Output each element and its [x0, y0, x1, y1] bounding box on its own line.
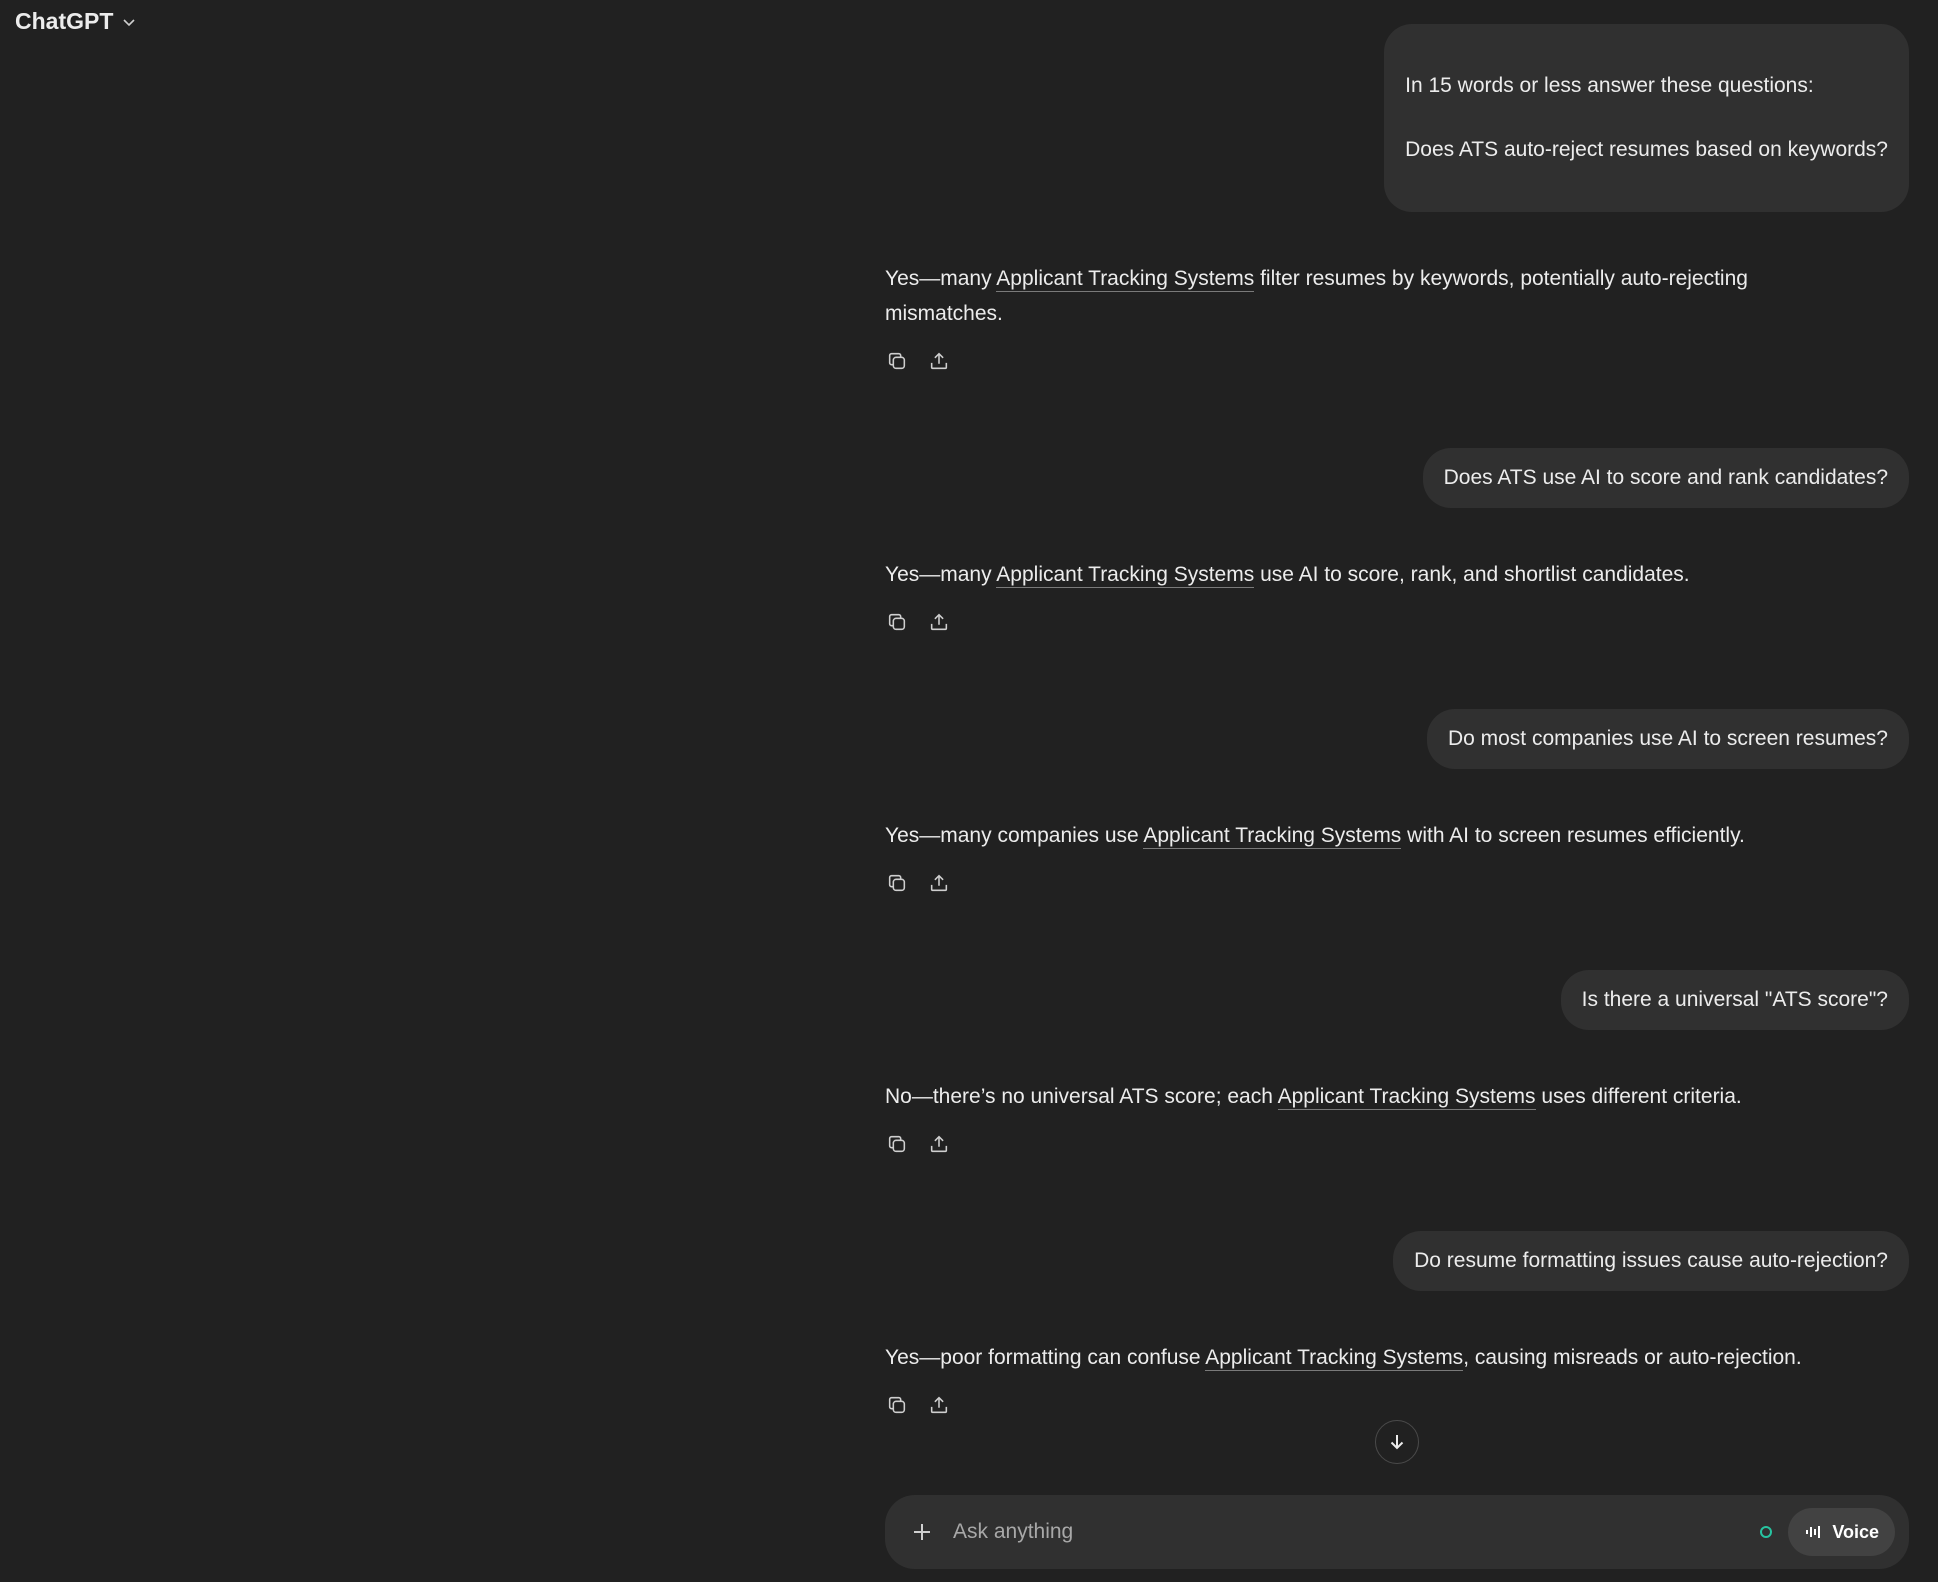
share-button[interactable]	[927, 349, 951, 373]
user-message: In 15 words or less answer these questio…	[1384, 24, 1909, 212]
message-actions	[885, 1132, 1865, 1158]
assistant-text: uses different criteria.	[1535, 1085, 1742, 1108]
copy-button[interactable]	[885, 1393, 909, 1417]
share-button[interactable]	[927, 1132, 951, 1156]
assistant-message: Yes—many companies use Applicant Trackin…	[885, 818, 1865, 897]
entity-link[interactable]: Applicant Tracking Systems	[1205, 1346, 1464, 1371]
share-button[interactable]	[927, 610, 951, 634]
assistant-text: with AI to screen resumes efficiently.	[1401, 824, 1745, 847]
share-button[interactable]	[927, 1393, 951, 1417]
scroll-to-bottom-button[interactable]	[1375, 1420, 1419, 1464]
entity-link[interactable]: Applicant Tracking Systems	[1143, 824, 1402, 849]
voice-button[interactable]: Voice	[1788, 1508, 1895, 1556]
assistant-text: Yes—many companies use	[885, 824, 1144, 847]
share-icon	[930, 613, 948, 631]
waveform-icon	[1806, 1526, 1821, 1538]
chevron-down-icon	[123, 18, 135, 26]
plus-icon	[914, 1524, 930, 1540]
composer: Voice	[885, 1495, 1909, 1569]
arrow-down-icon	[1390, 1435, 1404, 1450]
assistant-text: , causing misreads or auto-rejection.	[1463, 1346, 1802, 1369]
user-message-row: Does ATS use AI to score and rank candid…	[885, 448, 1909, 508]
assistant-text: use AI to score, rank, and shortlist can…	[1254, 563, 1690, 586]
share-icon	[930, 874, 948, 892]
copy-button[interactable]	[885, 871, 909, 895]
copy-icon	[888, 1135, 906, 1153]
share-icon	[930, 352, 948, 370]
assistant-message: No—there’s no universal ATS score; each …	[885, 1079, 1865, 1158]
model-switcher[interactable]: ChatGPT	[15, 8, 137, 35]
user-message-row: In 15 words or less answer these questio…	[885, 24, 1909, 212]
user-message-row: Do resume formatting issues cause auto-r…	[885, 1231, 1909, 1291]
entity-link[interactable]: Applicant Tracking Systems	[996, 267, 1255, 292]
message-actions	[885, 610, 1865, 636]
copy-button[interactable]	[885, 349, 909, 373]
assistant-text: Yes—poor formatting can confuse	[885, 1346, 1206, 1369]
chat-page: ChatGPT In 15 words or less answer these…	[0, 0, 1938, 1582]
model-label: ChatGPT	[15, 8, 114, 34]
user-message-line: In 15 words or less answer these questio…	[1405, 74, 1814, 97]
message-actions	[885, 349, 1865, 375]
user-message-line: Does ATS auto-reject resumes based on ke…	[1405, 138, 1888, 161]
user-message: Do resume formatting issues cause auto-r…	[1393, 1231, 1909, 1291]
copy-button[interactable]	[885, 610, 909, 634]
assistant-message: Yes—poor formatting can confuse Applican…	[885, 1340, 1865, 1419]
conversation-thread: In 15 words or less answer these questio…	[885, 24, 1909, 1419]
user-message: Is there a universal "ATS score"?	[1560, 970, 1909, 1030]
user-message: Do most companies use AI to screen resum…	[1426, 709, 1909, 769]
copy-icon	[888, 352, 906, 370]
user-message-row: Is there a universal "ATS score"?	[885, 970, 1909, 1030]
assistant-message: Yes—many Applicant Tracking Systems filt…	[885, 261, 1865, 375]
message-actions	[885, 871, 1865, 897]
copy-icon	[888, 613, 906, 631]
copy-icon	[888, 1396, 906, 1414]
copy-icon	[888, 874, 906, 892]
status-indicator	[1760, 1526, 1773, 1538]
user-message-row: Do most companies use AI to screen resum…	[885, 709, 1909, 769]
share-icon	[930, 1135, 948, 1153]
user-message: Does ATS use AI to score and rank candid…	[1422, 448, 1909, 508]
assistant-text: Yes—many	[885, 563, 997, 586]
copy-button[interactable]	[885, 1132, 909, 1156]
assistant-message: Yes—many Applicant Tracking Systems use …	[885, 557, 1865, 636]
share-button[interactable]	[927, 871, 951, 895]
assistant-text: Yes—many	[885, 267, 997, 290]
entity-link[interactable]: Applicant Tracking Systems	[996, 563, 1255, 588]
assistant-text: No—there’s no universal ATS score; each	[885, 1085, 1278, 1108]
voice-label: Voice	[1832, 1521, 1879, 1542]
message-actions	[885, 1393, 1865, 1419]
add-attachment-button[interactable]	[909, 1519, 935, 1545]
share-icon	[930, 1396, 948, 1414]
prompt-input[interactable]	[951, 1519, 1761, 1545]
entity-link[interactable]: Applicant Tracking Systems	[1277, 1085, 1536, 1110]
